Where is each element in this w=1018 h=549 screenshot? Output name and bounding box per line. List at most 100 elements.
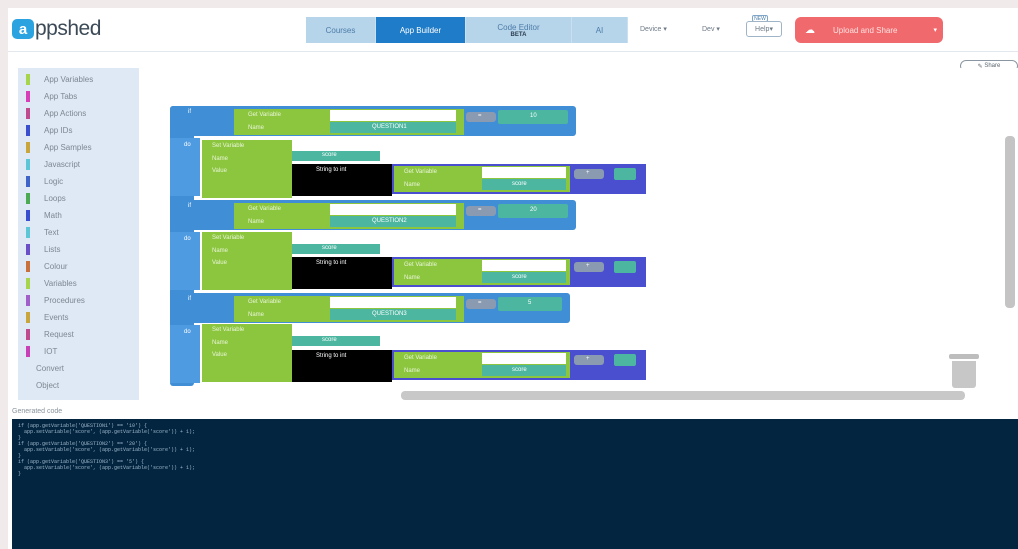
equals-operator: = (478, 113, 482, 119)
set-variable-label: Set Variable (212, 327, 245, 333)
toolbox-item-label: App Tabs (44, 91, 78, 101)
answer-block-2[interactable]: 20 (498, 204, 568, 218)
plus-operator-2[interactable]: + (574, 262, 604, 272)
toolbox-item-label: Request (44, 329, 74, 339)
toolbox-item-request[interactable]: Request (18, 326, 74, 342)
category-swatch (26, 260, 30, 272)
device-menu[interactable]: Device ▾ (640, 25, 667, 33)
category-swatch (26, 141, 30, 153)
generated-code-label: Generated code (12, 408, 63, 415)
chevron-down-icon[interactable]: ▾ (933, 26, 937, 34)
set-name-field-2[interactable]: score (292, 244, 380, 254)
answer-block-3[interactable]: 5 (498, 297, 562, 311)
beta-badge: BETA (510, 31, 527, 38)
get-variable-field-1[interactable] (330, 110, 456, 121)
equals-operator: = (478, 300, 482, 306)
compare-operator-2[interactable]: = (466, 206, 496, 216)
toolbox-item-variables[interactable]: Variables (18, 275, 77, 291)
value-label: Value (212, 260, 227, 266)
category-swatch (26, 345, 30, 357)
block-toolbox: App Variables App Tabs App Actions App I… (18, 68, 139, 400)
tab-courses[interactable]: Courses (306, 17, 376, 43)
number-one-block-1[interactable] (614, 168, 636, 180)
answer-block-1[interactable]: 10 (498, 110, 568, 124)
tab-code-editor[interactable]: Code Editor BETA (466, 17, 572, 43)
string-to-int-block-1[interactable]: String to int (292, 164, 392, 196)
category-swatch (26, 311, 30, 323)
logo-text: ppshed (35, 17, 101, 40)
category-swatch (26, 277, 30, 289)
string-to-int-block-3[interactable]: String to int (292, 350, 392, 382)
toolbox-item-events[interactable]: Events (18, 309, 68, 325)
toolbox-item-logic[interactable]: Logic (18, 173, 63, 189)
workspace-horizontal-scrollbar[interactable] (401, 391, 965, 400)
get-variable-input-1[interactable] (482, 167, 566, 178)
toolbox-item-object[interactable]: Object (18, 377, 59, 393)
get-score-name-field-1[interactable]: score (482, 179, 566, 190)
toolbox-item-label: Math (44, 210, 62, 220)
number-one-block-3[interactable] (614, 354, 636, 366)
get-variable-label: Get Variable (248, 299, 281, 305)
answer-value: 20 (530, 207, 537, 213)
toolbox-item-app-variables[interactable]: App Variables (18, 71, 93, 87)
toolbox-item-iot[interactable]: IOT (18, 343, 57, 359)
set-name-field-3[interactable]: score (292, 336, 380, 346)
toolbox-item-convert[interactable]: Convert (18, 360, 64, 376)
get-score-name-field-2[interactable]: score (482, 272, 566, 283)
generated-code-panel[interactable]: if (app.getVariable('QUESTION1') == '10'… (12, 419, 1018, 549)
number-one-block-2[interactable] (614, 261, 636, 273)
toolbox-item-math[interactable]: Math (18, 207, 62, 223)
compare-operator-3[interactable]: = (466, 299, 496, 309)
upload-and-share-button[interactable]: ☁ Upload and Share ▾ (795, 17, 943, 43)
toolbox-item-label: App Actions (44, 108, 87, 118)
get-variable-input-3[interactable] (482, 353, 566, 364)
cloud-upload-icon: ☁ (805, 24, 815, 36)
appshed-logo[interactable]: a ppshed (12, 17, 101, 40)
get-variable-field-2[interactable] (330, 204, 456, 215)
toolbox-item-loops[interactable]: Loops (18, 190, 66, 206)
toolbox-item-javascript[interactable]: Javascript (18, 156, 80, 172)
set-name-field-1[interactable]: score (292, 151, 380, 161)
toolbox-item-procedures[interactable]: Procedures (18, 292, 85, 308)
dev-menu[interactable]: Dev ▾ (702, 25, 720, 33)
name-field-1[interactable]: QUESTION1 (330, 122, 456, 133)
plus-operator-1[interactable]: + (574, 169, 604, 179)
set-variable-block-1[interactable]: Set Variable Name Value (202, 140, 292, 198)
help-menu[interactable]: Help ▾ (746, 21, 782, 37)
category-swatch (26, 328, 30, 340)
toolbox-item-label: Convert (36, 363, 65, 373)
toolbox-item-app-actions[interactable]: App Actions (18, 105, 86, 121)
get-variable-input-2[interactable] (482, 260, 566, 271)
get-variable-label: Get Variable (404, 169, 437, 175)
toolbox-item-lists[interactable]: Lists (18, 241, 60, 257)
get-variable-field-3[interactable] (330, 297, 456, 308)
trash-icon[interactable] (949, 354, 979, 388)
set-variable-label: Set Variable (212, 143, 245, 149)
string-to-int-block-2[interactable]: String to int (292, 257, 392, 289)
set-variable-block-2[interactable]: Set Variable Name Value (202, 232, 292, 290)
name-field-3[interactable]: QUESTION3 (330, 309, 456, 320)
get-variable-label: Get Variable (248, 112, 281, 118)
workspace-vertical-scrollbar[interactable] (1005, 136, 1015, 308)
trash-can (952, 361, 976, 388)
plus-operator-3[interactable]: + (574, 355, 604, 365)
set-variable-block-3[interactable]: Set Variable Name Value (202, 324, 292, 382)
compare-operator-1[interactable]: = (466, 112, 496, 122)
toolbox-item-colour[interactable]: Colour (18, 258, 68, 274)
tab-ai[interactable]: AI (572, 17, 628, 43)
get-score-name-field-3[interactable]: score (482, 365, 566, 376)
plus-operator: + (586, 170, 590, 176)
main-nav: Courses App Builder Code Editor BETA AI (306, 17, 628, 43)
do-label: do (184, 142, 191, 148)
tab-courses-label: Courses (325, 25, 356, 35)
toolbox-item-app-tabs[interactable]: App Tabs (18, 88, 77, 104)
dev-menu-label: Dev (702, 26, 715, 33)
set-variable-label: Set Variable (212, 235, 245, 241)
tab-app-builder[interactable]: App Builder (376, 17, 466, 43)
category-swatch (26, 294, 30, 306)
name-label: Name (212, 248, 229, 254)
name-field-2[interactable]: QUESTION2 (330, 216, 456, 227)
toolbox-item-text[interactable]: Text (18, 224, 59, 240)
toolbox-item-app-samples[interactable]: App Samples (18, 139, 92, 155)
toolbox-item-app-ids[interactable]: App IDs (18, 122, 72, 138)
